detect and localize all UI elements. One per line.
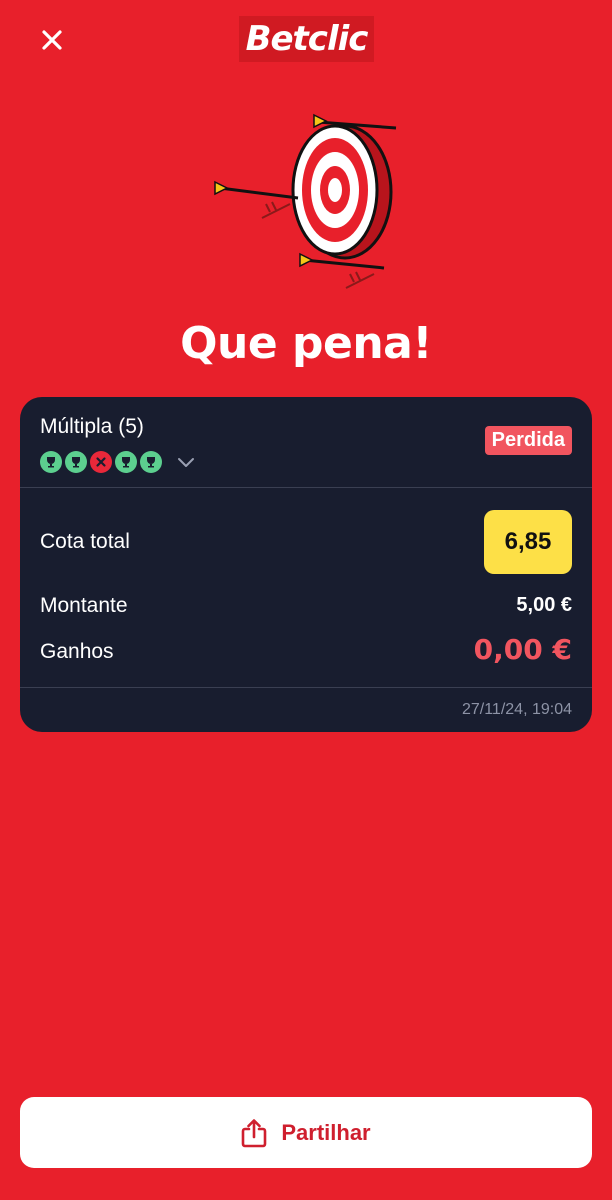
- share-button[interactable]: Partilhar: [20, 1097, 592, 1168]
- leg-lost-x-icon: [90, 451, 112, 473]
- close-button[interactable]: [34, 22, 70, 58]
- winnings-value: 0,00 €: [473, 633, 572, 666]
- bet-card: Múltipla (5) Perdida Cota total 6,85 Mon…: [20, 397, 592, 732]
- stake-value: 5,00 €: [516, 594, 572, 616]
- chevron-down-icon[interactable]: [177, 455, 197, 469]
- target-with-arrows-illustration: [214, 113, 397, 289]
- betclic-logo: Betclic: [239, 16, 374, 62]
- leg-won-trophy-icon: [140, 451, 162, 473]
- divider: [20, 487, 592, 488]
- status-badge: Perdida: [484, 426, 572, 455]
- leg-won-trophy-icon: [115, 451, 137, 473]
- bet-timestamp: 27/11/24, 19:04: [461, 701, 572, 718]
- close-icon: [42, 30, 62, 50]
- odds-value: 6,85: [484, 510, 572, 574]
- bet-type-label: Múltipla (5): [40, 415, 144, 438]
- leg-won-trophy-icon: [40, 451, 62, 473]
- bet-legs: [40, 451, 197, 473]
- share-icon: [242, 1118, 267, 1147]
- winnings-label: Ganhos: [40, 640, 114, 663]
- stake-label: Montante: [40, 594, 128, 617]
- share-button-label: Partilhar: [281, 1119, 371, 1145]
- page-title: Que pena!: [180, 318, 432, 369]
- odds-label: Cota total: [40, 530, 130, 553]
- leg-won-trophy-icon: [65, 451, 87, 473]
- divider: [20, 687, 592, 688]
